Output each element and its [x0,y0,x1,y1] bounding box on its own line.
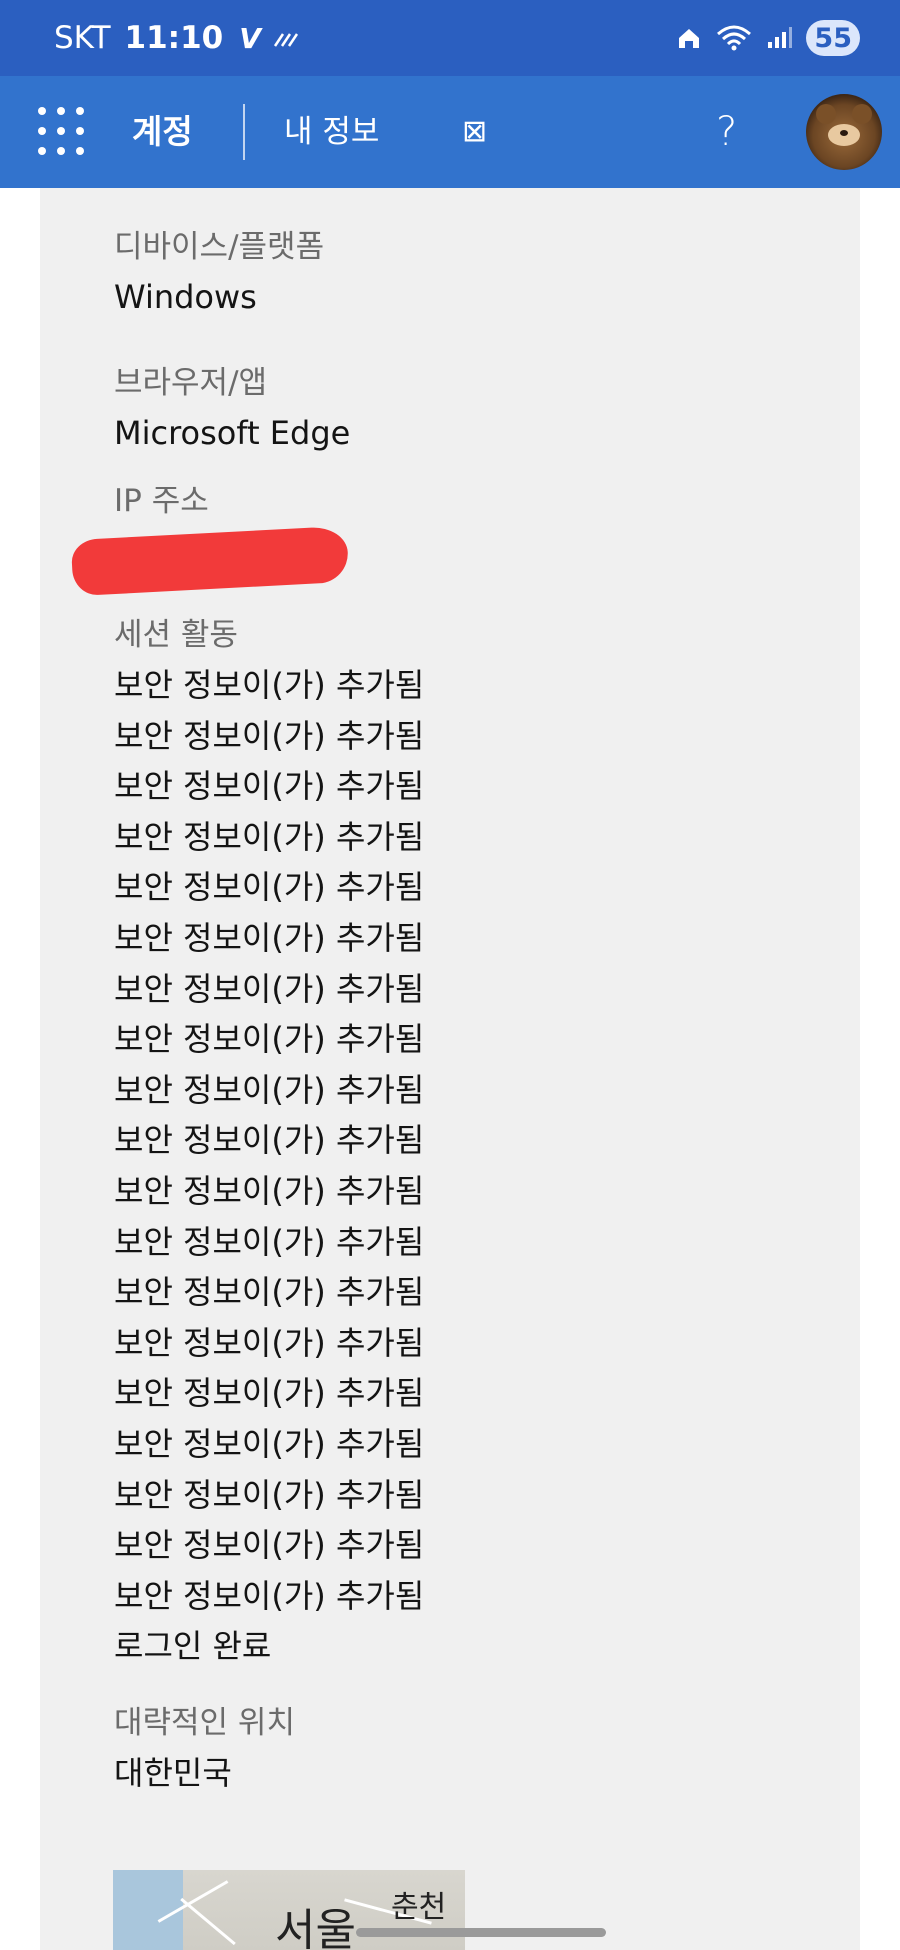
status-right: 55 [676,0,860,76]
header-title[interactable]: 계정 [132,76,193,188]
session-details-panel: 디바이스/플랫폼 Windows 브라우저/앱 Microsoft Edge I… [40,188,860,1950]
session-activity-item: 보안 정보이(가) 추가됨 [114,1222,425,1261]
help-icon[interactable]: ? [716,76,737,188]
session-activity-item: 보안 정보이(가) 추가됨 [114,868,425,907]
session-activity-item: 보안 정보이(가) 추가됨 [114,767,425,806]
battery-indicator: 55 [806,20,860,56]
session-activity-item: 보안 정보이(가) 추가됨 [114,1323,425,1362]
clock: 11:10 [124,20,224,56]
location-label: 대략적인 위치 [114,1704,295,1741]
session-activity-item: 보안 정보이(가) 추가됨 [114,1475,425,1514]
session-activity-item: 보안 정보이(가) 추가됨 [114,666,425,704]
signal-stripes-icon [273,33,298,47]
session-activity-item: 보안 정보이(가) 추가됨 [114,817,425,856]
session-label: 세션 활동 [114,617,238,653]
session-activity-item: 보안 정보이(가) 추가됨 [114,1070,425,1109]
waffle-icon[interactable] [38,107,84,155]
session-activity-item: 보안 정보이(가) 추가됨 [114,1424,425,1463]
session-activity-item: 보안 정보이(가) 추가됨 [114,716,425,755]
session-activity-item: 보안 정보이(가) 추가됨 [114,1374,425,1413]
avatar[interactable] [806,94,882,170]
session-activity-item: 보안 정보이(가) 추가됨 [114,1020,425,1059]
map-water [113,1870,183,1950]
session-activity-item: 보안 정보이(가) 추가됨 [114,969,425,1008]
map-label-chuncheon: 춘천 [391,1890,447,1925]
session-activity-item: 보안 정보이(가) 추가됨 [114,1121,425,1160]
session-details: 디바이스/플랫폼 Windows 브라우저/앱 Microsoft Edge I… [114,188,814,1798]
wifi-icon [717,25,752,51]
device-value: Windows [114,278,257,316]
session-activity-item: 보안 정보이(가) 추가됨 [114,918,425,957]
status-left: SKT 11:10 V [54,0,301,76]
app-header: 계정 내 정보 ⊠ ? [0,76,900,188]
home-icon [679,29,700,48]
status-bar: SKT 11:10 V 55 [0,0,900,76]
browser-value: Microsoft Edge [114,414,351,452]
boxed-x-icon[interactable]: ⊠ [462,76,487,188]
v-notification-icon: V [239,21,261,55]
location-map[interactable]: 서울 춘천 [113,1870,465,1950]
cell-signal-icon [768,27,793,48]
carrier-label: SKT [54,20,111,56]
ip-label: IP 주소 [114,483,209,519]
location-value: 대한민국 [114,1753,232,1792]
session-activity-item: 보안 정보이(가) 추가됨 [114,1526,425,1565]
home-indicator[interactable] [356,1928,606,1937]
session-activity-list: 보안 정보이(가) 추가됨 보안 정보이(가) 추가됨 보안 정보이(가) 추가… [114,660,814,1672]
session-activity-item: 보안 정보이(가) 추가됨 [114,1171,425,1210]
battery-level: 55 [814,22,852,54]
session-activity-item: 보안 정보이(가) 추가됨 [114,1576,425,1615]
device-label: 디바이스/플랫폼 [114,229,325,265]
header-subtitle[interactable]: 내 정보 [284,76,379,188]
browser-label: 브라우저/앱 [114,365,268,401]
map-label-seoul: 서울 [275,1905,356,1950]
session-activity-item: 보안 정보이(가) 추가됨 [114,1273,425,1312]
header-divider [243,104,245,160]
session-activity-item: 로그인 완료 [114,1627,272,1666]
